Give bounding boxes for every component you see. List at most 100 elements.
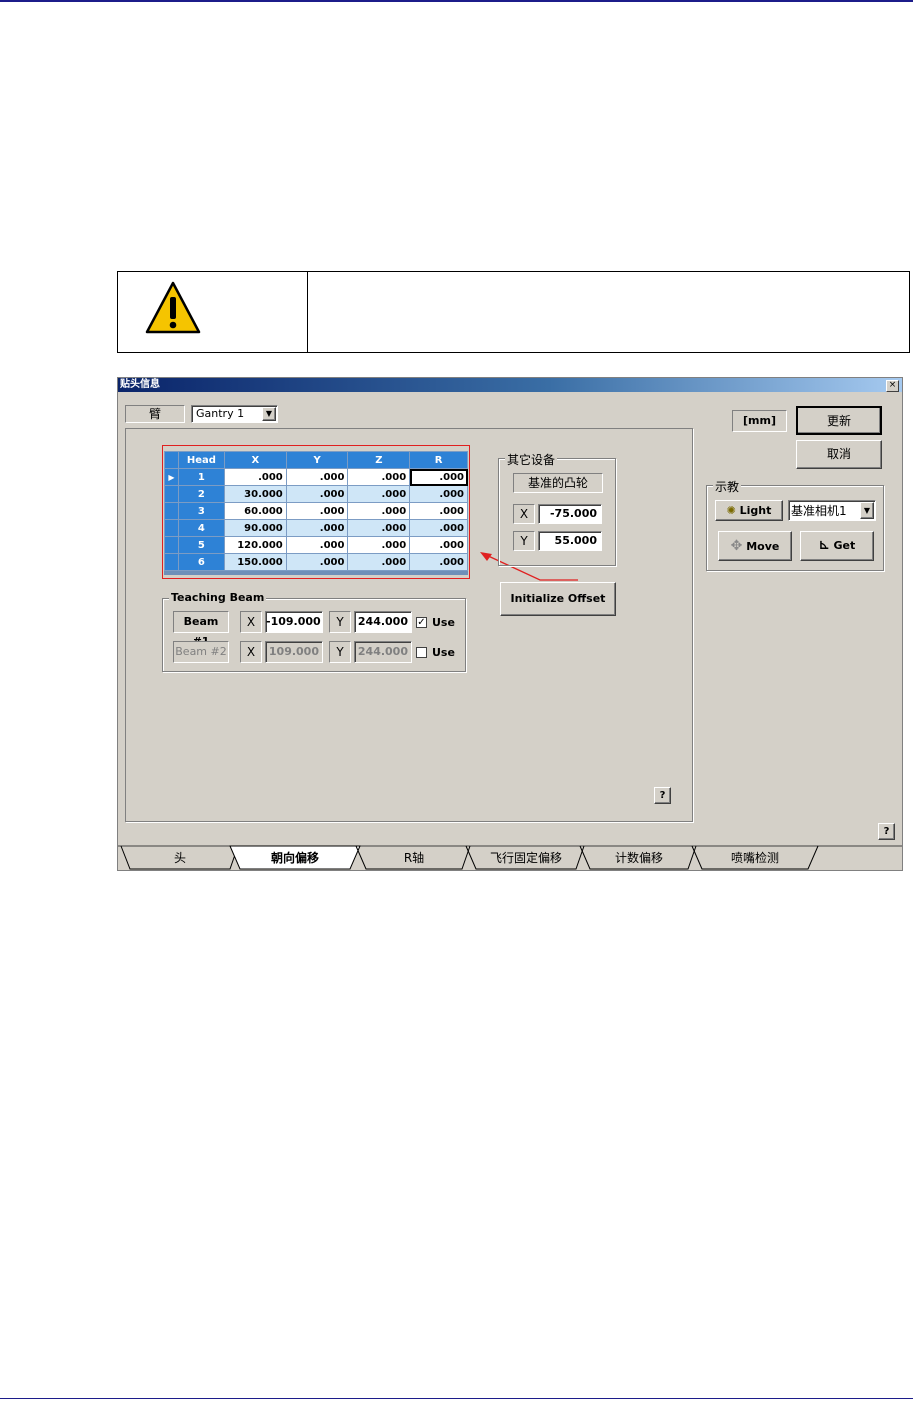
beam2-y-input[interactable]: 244.000 [354, 641, 412, 663]
other-y-input[interactable]: 55.000 [538, 531, 602, 551]
cell-r[interactable]: .000 [409, 553, 468, 571]
reference-cam-label: 基准的凸轮 [513, 473, 603, 493]
beam1-y-label: Y [329, 611, 351, 633]
table-corner [164, 451, 179, 469]
column-header-z: Z [347, 451, 411, 469]
cell-y[interactable]: .000 [285, 468, 349, 486]
row-indicator [164, 536, 179, 554]
row-indicator [164, 519, 179, 537]
row-indicator [164, 553, 179, 571]
unit-label: [mm] [732, 410, 787, 432]
light-button[interactable]: ✺ Light [715, 500, 783, 521]
other-device-caption: 其它设备 [505, 451, 558, 468]
head-offset-table[interactable]: Head X Y Z R ▶ 1 .000 .000 .000 .000 2 3… [164, 451, 468, 575]
cell-z[interactable]: .000 [347, 519, 411, 537]
beam2-use-checkbox[interactable] [416, 647, 427, 658]
cell-x[interactable]: .000 [223, 468, 287, 486]
tab-bar: 头 朝向偏移 R轴 飞行固定偏移 计数偏移 喷嘴检测 [118, 845, 902, 871]
move-button[interactable]: ✥ Move [718, 531, 792, 561]
cell-x[interactable]: 60.000 [223, 502, 287, 520]
beam1-x-input[interactable]: -109.000 [265, 611, 323, 633]
initialize-offset-button[interactable]: Initialize Offset [500, 582, 616, 616]
cell-y[interactable]: .000 [285, 485, 349, 503]
get-chart-icon: ⊾ [818, 538, 830, 553]
table-row[interactable]: ▶ 1 .000 .000 .000 .000 [164, 468, 468, 486]
footer-rule [0, 1398, 913, 1399]
table-row[interactable]: 2 30.000 .000 .000 .000 [164, 485, 468, 503]
light-button-label: Light [739, 504, 772, 517]
cell-z[interactable]: .000 [347, 502, 411, 520]
beam1-x-label: X [240, 611, 262, 633]
chevron-down-icon[interactable]: ▼ [860, 502, 874, 519]
cell-r[interactable]: .000 [409, 536, 468, 554]
beam2-label: Beam #2 [173, 641, 229, 663]
chevron-down-icon[interactable]: ▼ [262, 407, 276, 421]
beam2-x-label: X [240, 641, 262, 663]
cell-r[interactable]: .000 [409, 485, 468, 503]
row-header: 2 [177, 485, 225, 503]
column-header-r: R [409, 451, 468, 469]
tab-nozzle-check[interactable]: 喷嘴检测 [702, 847, 808, 869]
head-info-dialog: 贴头信息 × 臂 Gantry 1 ▼ Head X Y Z R ▶ 1 .00… [117, 377, 903, 871]
cell-z[interactable]: .000 [347, 536, 411, 554]
row-header: 5 [177, 536, 225, 554]
cell-x[interactable]: 120.000 [223, 536, 287, 554]
row-indicator [164, 485, 179, 503]
cell-x[interactable]: 90.000 [223, 519, 287, 537]
arm-label: 臂 [125, 405, 185, 423]
column-header-y: Y [285, 451, 349, 469]
move-button-label: Move [746, 540, 780, 553]
get-button-label: Get [833, 539, 856, 552]
table-row[interactable]: 4 90.000 .000 .000 .000 [164, 519, 468, 537]
table-row[interactable]: 6 150.000 .000 .000 .000 [164, 553, 468, 571]
camera-select-value: 基准相机1 [791, 504, 847, 518]
other-y-label: Y [513, 531, 535, 551]
tab-orientation-offset[interactable]: 朝向偏移 [240, 847, 350, 869]
tab-head[interactable]: 头 [130, 847, 230, 869]
camera-select[interactable]: 基准相机1 ▼ [788, 500, 876, 521]
dialog-help-button[interactable]: ? [878, 823, 895, 840]
beam1-use-checkbox[interactable]: ✓ [416, 617, 427, 628]
cell-y[interactable]: .000 [285, 519, 349, 537]
cell-y[interactable]: .000 [285, 536, 349, 554]
table-row[interactable]: 3 60.000 .000 .000 .000 [164, 502, 468, 520]
cell-r-selected[interactable]: .000 [409, 468, 468, 486]
teach-caption: 示教 [713, 478, 742, 495]
cell-y[interactable]: .000 [285, 553, 349, 571]
cell-z[interactable]: .000 [347, 553, 411, 571]
panel-help-button[interactable]: ? [654, 787, 671, 804]
other-x-label: X [513, 504, 535, 524]
update-button[interactable]: 更新 [796, 406, 882, 435]
cell-z[interactable]: .000 [347, 485, 411, 503]
cell-y[interactable]: .000 [285, 502, 349, 520]
cell-x[interactable]: 30.000 [223, 485, 287, 503]
beam2-y-label: Y [329, 641, 351, 663]
table-row[interactable]: 5 120.000 .000 .000 .000 [164, 536, 468, 554]
get-button[interactable]: ⊾ Get [800, 531, 874, 561]
row-header: 6 [177, 553, 225, 571]
gantry-select-value: Gantry 1 [196, 407, 245, 420]
warning-icon [145, 281, 201, 334]
table-header: Head X Y Z R [164, 451, 468, 469]
row-header: 4 [177, 519, 225, 537]
cancel-button[interactable]: 取消 [796, 440, 882, 469]
close-button[interactable]: × [886, 380, 899, 392]
tab-count-offset[interactable]: 计数偏移 [590, 847, 688, 869]
caution-box [117, 271, 910, 353]
row-indicator [164, 502, 179, 520]
beam1-y-input[interactable]: 244.000 [354, 611, 412, 633]
gantry-select[interactable]: Gantry 1 ▼ [191, 405, 278, 423]
tab-flying-fixed-offset[interactable]: 飞行固定偏移 [476, 847, 576, 869]
beam2-x-input[interactable]: 109.000 [265, 641, 323, 663]
cell-r[interactable]: .000 [409, 502, 468, 520]
caution-icon-cell [118, 272, 308, 352]
tab-r-axis[interactable]: R轴 [366, 847, 462, 869]
other-x-input[interactable]: -75.000 [538, 504, 602, 524]
cell-z[interactable]: .000 [347, 468, 411, 486]
light-bulb-icon: ✺ [726, 504, 736, 517]
row-header: 3 [177, 502, 225, 520]
column-header-x: X [223, 451, 287, 469]
cell-r[interactable]: .000 [409, 519, 468, 537]
beam1-use-label: Use [432, 616, 455, 629]
cell-x[interactable]: 150.000 [223, 553, 287, 571]
